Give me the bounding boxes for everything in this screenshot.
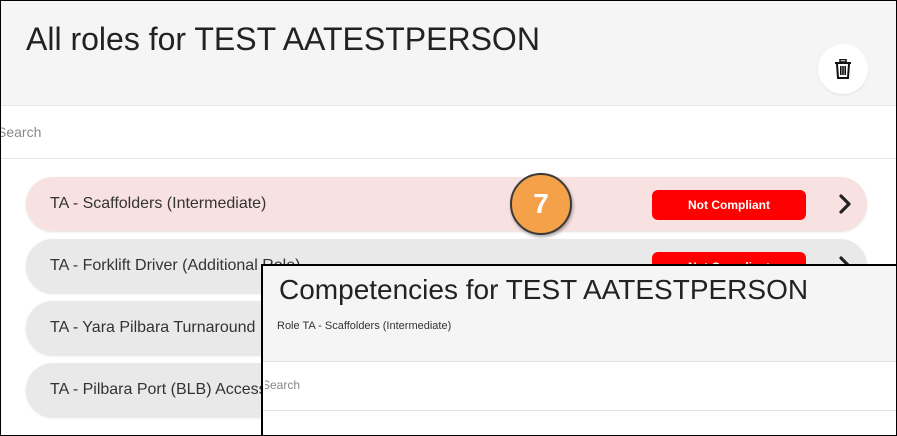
step-number-badge: 7 <box>510 173 572 235</box>
role-label: TA - Yara Pilbara Turnaround <box>50 319 256 336</box>
roles-search-bar <box>1 106 896 159</box>
competencies-title: Competencies for TEST AATESTPERSON <box>279 274 809 305</box>
chevron-right-icon[interactable] <box>838 194 852 214</box>
competencies-header: Competencies for TEST AATESTPERSON Role … <box>263 266 896 362</box>
roles-header: All roles for TEST AATESTPERSON <box>1 1 896 106</box>
competencies-search-bar <box>263 362 896 411</box>
app-window: All roles for TEST AATESTPERSON TA - Sca… <box>0 0 897 436</box>
competencies-role-subtitle: Role TA - Scaffolders (Intermediate) <box>277 320 452 332</box>
page-title: All roles for TEST AATESTPERSON <box>26 21 540 57</box>
competencies-search-input[interactable] <box>263 362 867 408</box>
role-label: TA - Pilbara Port (BLB) Access <box>50 381 267 398</box>
competencies-panel: Competencies for TEST AATESTPERSON Role … <box>261 264 896 435</box>
trash-icon <box>835 59 851 79</box>
role-label: TA - Scaffolders (Intermediate) <box>50 195 267 212</box>
role-row[interactable]: TA - Scaffolders (Intermediate) Not Comp… <box>26 177 867 231</box>
delete-button[interactable] <box>818 44 868 94</box>
status-badge: Not Compliant <box>652 190 806 220</box>
roles-search-input[interactable] <box>1 106 881 158</box>
